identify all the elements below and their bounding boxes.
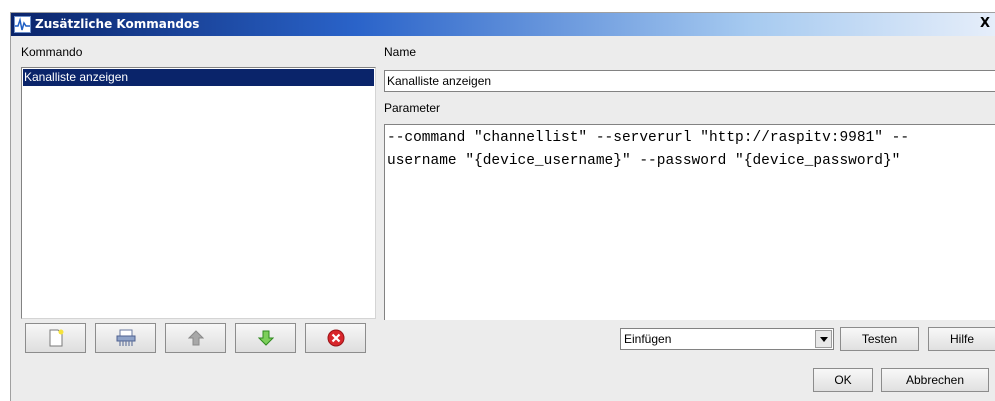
shredder-icon [116,329,135,346]
parameter-textarea[interactable]: --command "channellist" --serverurl "htt… [384,124,995,320]
move-up-button[interactable] [165,323,226,353]
list-item[interactable]: Kanalliste anzeigen [23,69,374,86]
arrow-down-icon [257,330,274,346]
window-title: Zusätzliche Kommandos [35,17,200,31]
parameter-line: username "{device_username}" --password … [387,153,901,169]
delete-command-button[interactable] [305,323,366,353]
help-button[interactable]: Hilfe [928,327,995,351]
close-button[interactable]: X [977,17,993,32]
delete-icon [327,329,344,347]
shred-button[interactable] [95,323,156,353]
parameter-line: --command "channellist" --serverurl "htt… [387,130,910,146]
move-down-button[interactable] [235,323,296,353]
app-pulse-icon [14,16,31,33]
insert-combobox-value: Einfügen [624,332,672,346]
title-bar[interactable]: Zusätzliche Kommandos X [11,13,995,36]
new-command-button[interactable] [25,323,86,353]
dialog-window: Zusätzliche Kommandos X Kommando Kanalli… [10,12,995,401]
insert-combobox[interactable]: Einfügen [620,328,834,350]
name-label: Name [384,45,417,59]
name-input[interactable]: Kanalliste anzeigen [384,70,995,92]
ok-button[interactable]: OK [813,368,873,392]
cancel-button[interactable]: Abbrechen [881,368,989,392]
dropdown-button[interactable] [815,330,832,348]
command-list[interactable]: Kanalliste anzeigen [21,67,376,319]
command-list-label: Kommando [21,45,83,59]
new-icon [49,329,63,347]
parameter-label: Parameter [384,101,441,115]
arrow-up-icon [187,330,204,346]
test-button[interactable]: Testen [840,327,919,351]
chevron-down-icon [819,336,828,342]
